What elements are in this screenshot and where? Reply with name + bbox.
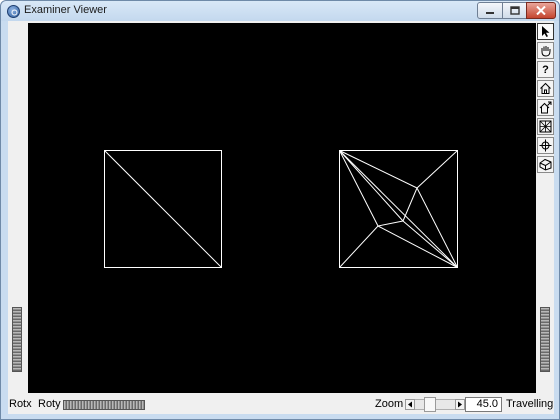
arrow-left-icon — [408, 401, 412, 408]
right-square-inner-4 — [402, 187, 418, 222]
window-title: Examiner Viewer — [24, 4, 107, 16]
right-square-inner-2 — [339, 150, 404, 222]
right-square-inner-3 — [402, 220, 458, 268]
maximize-button[interactable] — [502, 2, 527, 19]
right-toolbar: ? — [536, 21, 554, 393]
zoom-value-field[interactable]: 45.0 — [465, 397, 502, 412]
zoom-decrease-button[interactable] — [405, 399, 415, 410]
scene-wireframe — [104, 150, 458, 268]
close-button[interactable] — [526, 2, 556, 19]
zoom-increase-button[interactable] — [455, 399, 465, 410]
left-square-diagonal — [104, 150, 222, 268]
examiner-viewer-window: Examiner Viewer ? Rotx Roty Zoom 45.0 Tr… — [0, 0, 560, 420]
set-home-icon — [539, 101, 552, 114]
rotx-label: Rotx — [9, 398, 32, 410]
rotx-thumbwheel[interactable] — [12, 307, 22, 372]
right-square-inner-1 — [339, 150, 458, 268]
select-pointer-button[interactable] — [537, 23, 554, 40]
minimize-icon — [486, 11, 494, 14]
view-all-button[interactable] — [537, 118, 554, 135]
home-icon — [540, 82, 551, 94]
right-square-fan-left — [339, 150, 379, 227]
title-bar[interactable]: Examiner Viewer — [1, 1, 559, 21]
close-icon — [536, 6, 546, 15]
zoom-thumbwheel[interactable] — [540, 307, 550, 372]
roty-thumbwheel[interactable] — [63, 400, 145, 410]
hand-view-icon — [541, 46, 551, 57]
bottom-control-bar: Rotx Roty Zoom 45.0 Travelling — [8, 394, 554, 414]
left-panel — [8, 21, 28, 393]
client-area: ? Rotx Roty Zoom 45.0 Travelling — [8, 21, 554, 414]
help-button[interactable]: ? — [537, 61, 554, 78]
minimize-button[interactable] — [477, 2, 503, 19]
view-all-icon — [539, 120, 552, 133]
right-square-fan-top — [339, 150, 458, 189]
set-home-button[interactable] — [537, 99, 554, 116]
zoom-label: Zoom — [375, 398, 404, 410]
seek-icon — [539, 139, 552, 152]
right-square-inner-5 — [377, 220, 404, 227]
right-square-fan-right — [416, 187, 458, 268]
mode-label: Travelling — [506, 398, 554, 410]
maximize-icon — [509, 6, 520, 15]
projection-button[interactable] — [537, 156, 554, 173]
roty-label: Roty — [38, 398, 61, 410]
app-icon[interactable] — [7, 5, 20, 18]
select-pointer-icon — [542, 26, 550, 37]
home-button[interactable] — [537, 80, 554, 97]
seek-button[interactable] — [537, 137, 554, 154]
projection-icon — [539, 158, 552, 171]
arrow-right-icon — [458, 401, 462, 408]
hand-view-button[interactable] — [537, 42, 554, 59]
zoom-slider-thumb[interactable] — [424, 397, 436, 412]
3d-viewport[interactable] — [28, 23, 536, 393]
help-icon: ? — [542, 63, 549, 76]
